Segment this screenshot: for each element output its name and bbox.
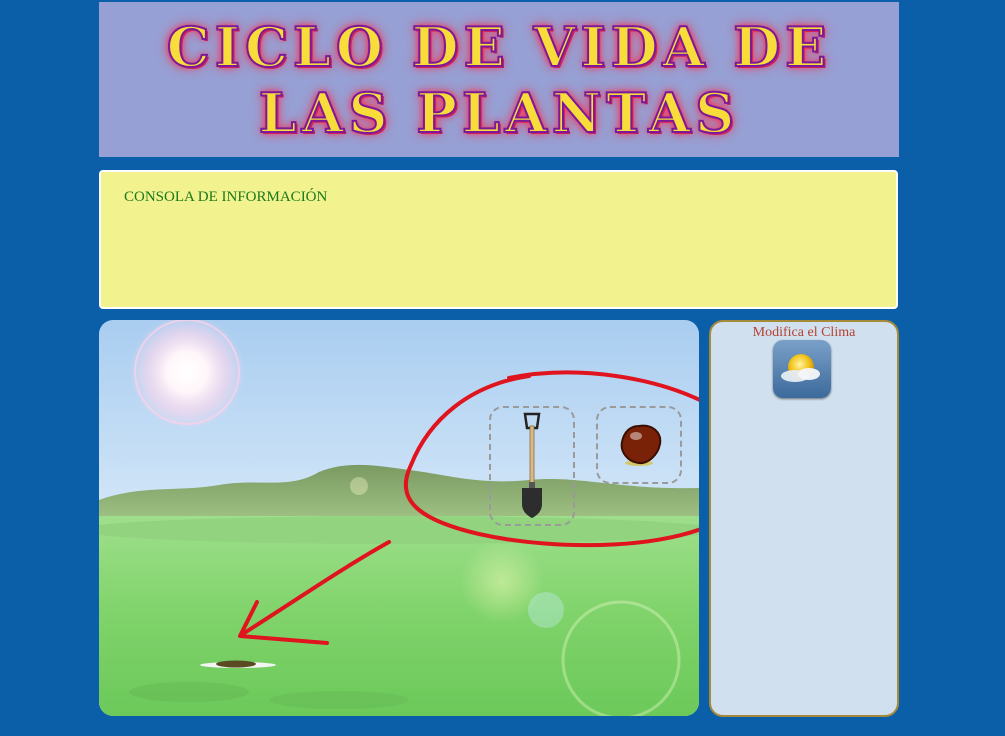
seed-icon[interactable] (598, 408, 680, 482)
page-title: CICLO DE VIDA DE LAS PLANTAS (166, 14, 832, 146)
sun-cloud-icon (781, 354, 820, 382)
title-banner: CICLO DE VIDA DE LAS PLANTAS (99, 2, 899, 157)
garden-scene[interactable] (99, 320, 699, 716)
shovel-icon[interactable] (491, 408, 573, 524)
seed-tool-slot[interactable] (596, 406, 682, 484)
weather-panel: Modifica el Clima (709, 320, 899, 717)
shovel-tool-slot[interactable] (489, 406, 575, 526)
info-console: CONSOLA DE INFORMACIÓN (99, 170, 898, 309)
weather-button[interactable] (773, 340, 831, 398)
landscape-background (99, 320, 699, 716)
weather-panel-title: Modifica el Clima (752, 325, 856, 340)
console-title: CONSOLA DE INFORMACIÓN (124, 189, 328, 205)
